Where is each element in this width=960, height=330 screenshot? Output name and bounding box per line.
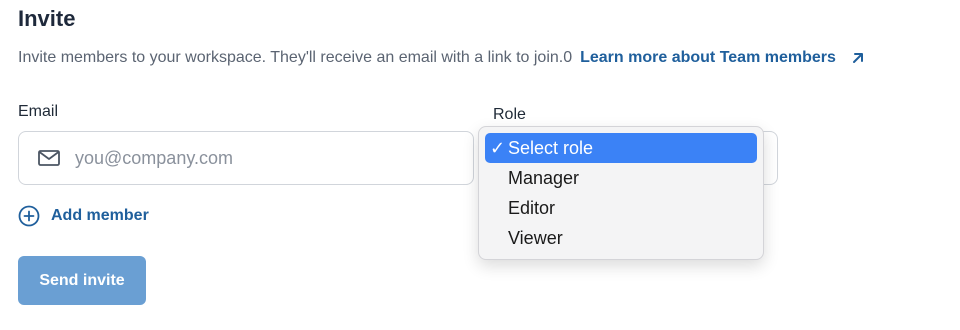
send-invite-button[interactable]: Send invite bbox=[18, 256, 146, 305]
add-member-label: Add member bbox=[51, 207, 149, 224]
arrow-up-right-icon bbox=[852, 53, 863, 63]
subtitle-text: Invite members to your workspace. They'l… bbox=[18, 49, 573, 66]
plus-circle-icon bbox=[18, 205, 40, 227]
learn-more-label: Learn more about Team members bbox=[580, 49, 836, 66]
add-member-button[interactable]: Add member bbox=[18, 205, 149, 227]
role-option-label: Viewer bbox=[508, 228, 563, 248]
check-icon: ✓ bbox=[490, 138, 506, 158]
role-option-label: Editor bbox=[508, 198, 556, 218]
role-label: Role bbox=[493, 106, 526, 123]
email-input[interactable] bbox=[75, 147, 435, 169]
role-option-viewer[interactable]: Viewer bbox=[485, 223, 757, 253]
page-title: Invite bbox=[18, 6, 76, 31]
page-subtitle: Invite members to your workspace. They'l… bbox=[18, 49, 866, 67]
role-option-label: Select role bbox=[508, 138, 594, 158]
email-label: Email bbox=[18, 103, 59, 120]
role-option-manager[interactable]: Manager bbox=[485, 163, 757, 193]
mail-icon bbox=[38, 150, 60, 166]
learn-more-link[interactable]: Learn more about Team members bbox=[580, 49, 866, 67]
role-option-editor[interactable]: Editor bbox=[485, 193, 757, 223]
email-field[interactable] bbox=[18, 131, 474, 185]
role-dropdown-menu[interactable]: ✓ Select role Manager Editor Viewer bbox=[478, 126, 764, 260]
invite-page: Invite Invite members to your workspace.… bbox=[0, 0, 960, 330]
role-option-select-role[interactable]: ✓ Select role bbox=[485, 133, 757, 163]
role-option-label: Manager bbox=[508, 168, 580, 188]
